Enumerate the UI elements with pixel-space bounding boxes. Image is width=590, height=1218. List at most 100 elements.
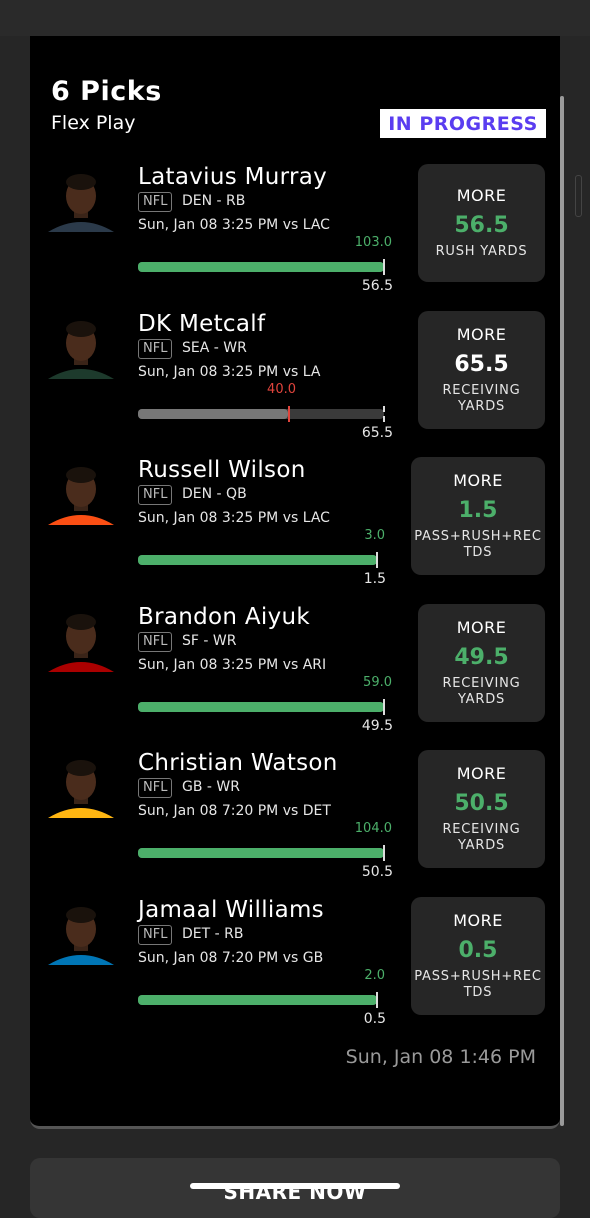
pick-row[interactable]: Russell Wilson NFL DEN - QB Sun, Jan 08 … xyxy=(30,457,560,603)
direction-label: MORE xyxy=(456,186,507,205)
line-marker xyxy=(383,259,385,275)
actual-value: 3.0 xyxy=(364,528,385,544)
player-name: DK Metcalf xyxy=(138,310,266,337)
player-avatar xyxy=(48,760,114,819)
line-marker xyxy=(376,552,378,569)
line-marker xyxy=(383,405,385,422)
progress-bar xyxy=(138,845,385,862)
player-name: Latavius Murray xyxy=(138,164,328,190)
direction-label: MORE xyxy=(456,324,507,344)
player-avatar xyxy=(48,613,114,672)
game-time: Sun, Jan 08 3:25 PM vs LAC xyxy=(138,510,330,527)
team-position: SEA - WR xyxy=(182,339,247,356)
team-position: GB - WR xyxy=(182,779,240,796)
progress-bar xyxy=(138,698,385,715)
pick-row[interactable]: Jamaal Williams NFL DET - RB Sun, Jan 08… xyxy=(30,897,560,1043)
side-handle xyxy=(575,175,582,217)
player-avatar xyxy=(48,174,114,232)
stat-type: RECEIVING YARDS xyxy=(442,382,521,414)
game-time: Sun, Jan 08 7:20 PM vs GB xyxy=(138,950,324,966)
league-badge: NFL xyxy=(138,338,173,359)
stat-type: PASS+RUSH+REC TDS xyxy=(414,969,542,1000)
projection-line: 49.5 xyxy=(454,644,509,670)
stat-type: PASS+RUSH+REC TDS xyxy=(414,529,542,561)
projection-box[interactable]: MORE 1.5 PASS+RUSH+REC TDS xyxy=(411,457,545,576)
progress-fill xyxy=(138,848,384,859)
stat-type: RUSH YARDS xyxy=(435,244,528,259)
projection-line: 65.5 xyxy=(454,351,509,377)
projection-box[interactable]: MORE 65.5 RECEIVING YARDS xyxy=(418,310,545,429)
player-avatar xyxy=(48,907,114,965)
game-time: Sun, Jan 08 3:25 PM vs LAC xyxy=(138,217,330,233)
entry-title: 6 Picks xyxy=(51,76,162,107)
team-position: DEN - RB xyxy=(182,193,246,209)
status-badge: IN PROGRESS xyxy=(380,109,546,138)
player-name: Brandon Aiyuk xyxy=(138,603,310,630)
actual-marker xyxy=(288,405,290,422)
game-time: Sun, Jan 08 3:25 PM vs LA xyxy=(138,363,321,380)
team-position: SF - WR xyxy=(182,632,237,649)
projection-line: 1.5 xyxy=(458,498,498,524)
progress-bar xyxy=(138,259,385,275)
projection-box[interactable]: MORE 56.5 RUSH YARDS xyxy=(418,164,545,282)
entry-subtitle: Flex Play xyxy=(51,112,136,134)
direction-label: MORE xyxy=(456,617,507,637)
game-time: Sun, Jan 08 3:25 PM vs ARI xyxy=(138,656,327,673)
pick-row[interactable]: DK Metcalf NFL SEA - WR Sun, Jan 08 3:25… xyxy=(30,310,560,457)
line-marker xyxy=(376,992,378,1008)
progress-bar xyxy=(138,552,378,569)
league-badge: NFL xyxy=(138,631,173,652)
projection-line: 0.5 xyxy=(458,938,498,963)
team-position: DET - RB xyxy=(182,926,244,942)
projection-box[interactable]: MORE 49.5 RECEIVING YARDS xyxy=(418,603,545,722)
line-marker xyxy=(383,698,385,715)
entry-timestamp: Sun, Jan 08 1:46 PM xyxy=(345,1046,536,1068)
projection-box[interactable]: MORE 50.5 RECEIVING YARDS xyxy=(418,750,545,869)
team-position: DEN - QB xyxy=(182,486,247,503)
player-name: Russell Wilson xyxy=(138,457,306,484)
league-badge: NFL xyxy=(138,778,173,799)
player-avatar xyxy=(48,467,114,526)
entry-card: 6 Picks Flex Play IN PROGRESS Latavius M… xyxy=(30,36,564,1129)
stat-type: RECEIVING YARDS xyxy=(442,822,521,854)
line-value: 56.5 xyxy=(361,278,393,294)
progress-bar xyxy=(138,405,385,422)
direction-label: MORE xyxy=(453,471,503,491)
scrollbar-thumb[interactable] xyxy=(560,96,564,1126)
actual-value: 40.0 xyxy=(267,381,296,397)
league-badge: NFL xyxy=(138,192,173,212)
actual-value: 2.0 xyxy=(364,968,385,983)
actual-value: 103.0 xyxy=(354,235,392,250)
actual-value: 104.0 xyxy=(354,821,392,837)
projection-box[interactable]: MORE 0.5 PASS+RUSH+REC TDS xyxy=(411,897,545,1015)
player-name: Jamaal Williams xyxy=(138,897,324,923)
line-value: 1.5 xyxy=(363,571,386,588)
progress-fill xyxy=(138,408,288,419)
actual-value: 59.0 xyxy=(363,674,392,690)
stat-type: RECEIVING YARDS xyxy=(442,675,521,707)
progress-fill xyxy=(138,701,384,712)
progress-fill xyxy=(138,262,384,272)
top-strip xyxy=(0,0,590,36)
pick-row[interactable]: Brandon Aiyuk NFL SF - WR Sun, Jan 08 3:… xyxy=(30,603,560,750)
progress-fill xyxy=(138,555,377,566)
league-badge: NFL xyxy=(138,485,173,506)
game-time: Sun, Jan 08 7:20 PM vs DET xyxy=(138,803,331,820)
league-badge: NFL xyxy=(138,925,173,945)
direction-label: MORE xyxy=(453,911,503,930)
pick-row[interactable]: Latavius Murray NFL DEN - RB Sun, Jan 08… xyxy=(30,164,560,310)
line-value: 65.5 xyxy=(361,424,393,441)
progress-fill xyxy=(138,995,377,1005)
player-avatar xyxy=(48,320,114,379)
player-name: Christian Watson xyxy=(138,750,338,777)
projection-line: 56.5 xyxy=(454,213,509,238)
pick-row[interactable]: Christian Watson NFL GB - WR Sun, Jan 08… xyxy=(30,750,560,896)
direction-label: MORE xyxy=(456,764,507,784)
projection-line: 50.5 xyxy=(454,791,509,817)
home-indicator xyxy=(190,1183,400,1189)
line-value: 49.5 xyxy=(361,717,393,734)
line-value: 50.5 xyxy=(361,864,393,881)
progress-bar xyxy=(138,992,378,1008)
line-marker xyxy=(383,845,385,862)
line-value: 0.5 xyxy=(363,1011,386,1027)
